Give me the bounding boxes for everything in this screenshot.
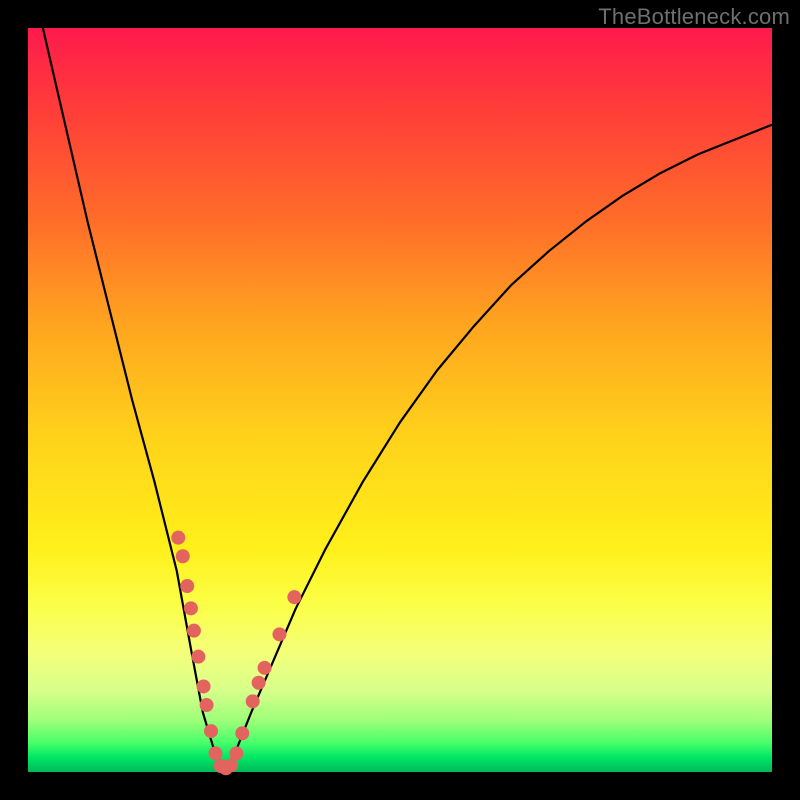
highlight-dot	[187, 624, 201, 638]
highlight-dot	[229, 746, 243, 760]
highlight-dot	[197, 679, 211, 693]
curve-svg	[28, 28, 772, 772]
highlight-dot	[258, 661, 272, 675]
highlight-dot	[208, 746, 222, 760]
bottleneck-curve	[43, 28, 772, 772]
highlight-dot	[287, 590, 301, 604]
highlight-dot	[246, 694, 260, 708]
highlight-dot	[252, 676, 266, 690]
plot-area	[28, 28, 772, 772]
watermark-text: TheBottleneck.com	[598, 4, 790, 30]
highlight-dot	[235, 726, 249, 740]
highlight-dot	[224, 758, 238, 772]
highlight-dot	[200, 698, 214, 712]
highlight-dot	[204, 724, 218, 738]
highlight-dot	[184, 601, 198, 615]
highlight-dot	[180, 579, 194, 593]
highlight-dot	[191, 650, 205, 664]
highlight-dot	[171, 531, 185, 545]
highlight-dot	[176, 549, 190, 563]
highlight-dot	[272, 627, 286, 641]
chart-frame: TheBottleneck.com	[0, 0, 800, 800]
